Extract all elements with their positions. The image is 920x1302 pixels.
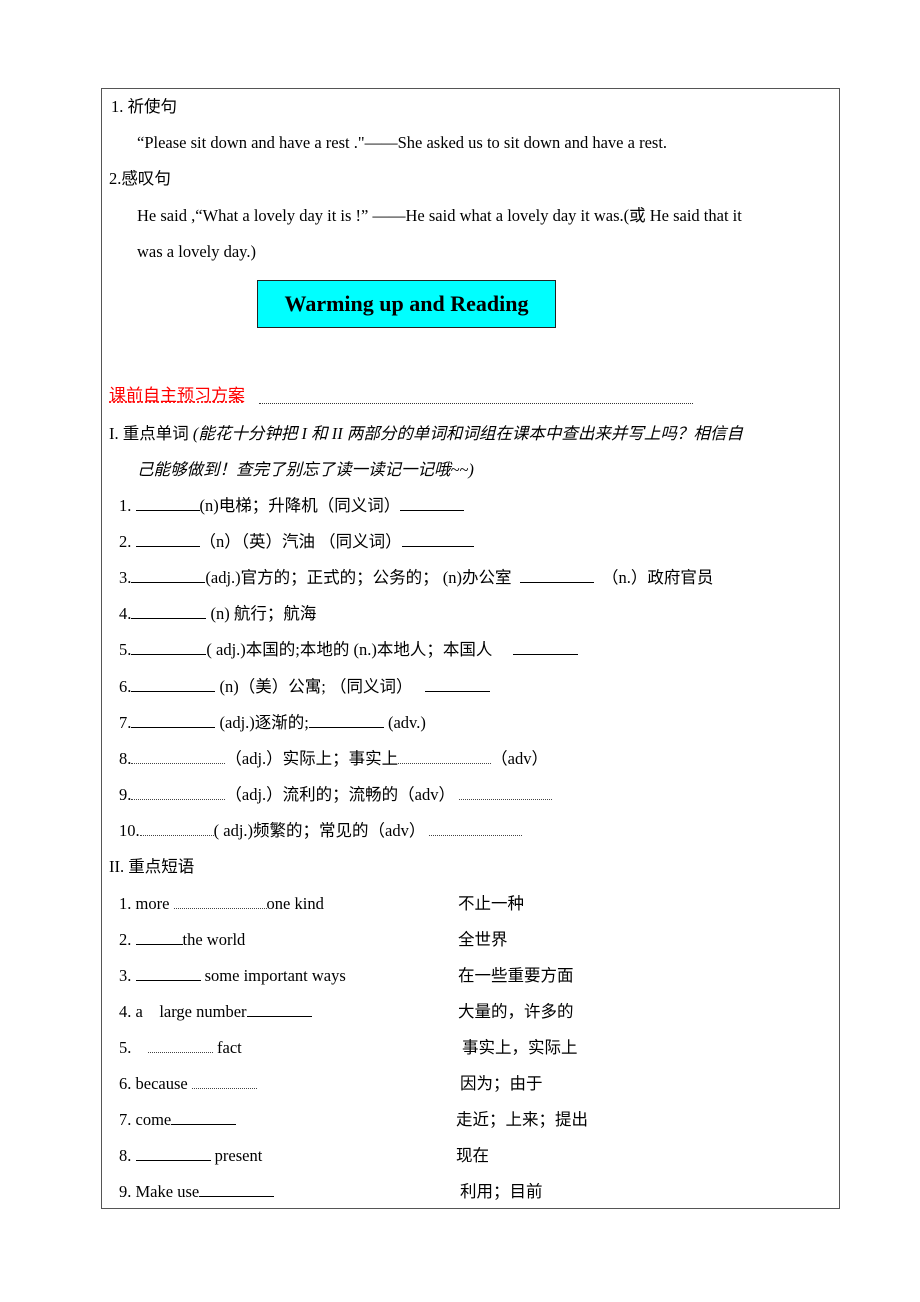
- word-item: 2. （n）（英）汽油 （同义词）: [119, 532, 474, 552]
- preview-heading: 课前自主预习方案: [109, 386, 245, 405]
- word-item: 6. (n)（美）公寓; （同义词）: [119, 677, 490, 697]
- word-item: 5.( adj.)本国的;本地的 (n.)本地人；本国人: [119, 640, 578, 660]
- word-item: 9. （adj.）流利的；流畅的（adv）: [119, 785, 553, 805]
- word-item: 4. (n) 航行；航海: [119, 604, 317, 623]
- blank-field[interactable]: [131, 713, 216, 728]
- word-item: 10.( adj.)频繁的；常见的（adv）: [119, 821, 523, 841]
- section-banner: Warming up and Reading: [257, 280, 556, 328]
- phrase-item: 5. fact: [119, 1038, 242, 1057]
- exclamatory-example-line2: was a lovely day.): [137, 242, 256, 261]
- phrase-item: 8. present: [119, 1146, 263, 1165]
- blank-field[interactable]: [246, 1002, 312, 1017]
- phrase-meaning: 现在: [456, 1146, 489, 1165]
- key-words-note-2: 己能够做到！查完了别忘了读一读记一记哦~~): [137, 460, 474, 479]
- exclamatory-example-line1: He said ,“What a lovely day it is !” ——H…: [137, 206, 742, 225]
- blank-field[interactable]: [135, 532, 200, 547]
- phrase-meaning: 大量的，许多的: [458, 1002, 574, 1021]
- phrase-item: 3. some important ways: [119, 966, 346, 985]
- blank-field[interactable]: [147, 1038, 213, 1053]
- key-words-line1: I. 重点单词 (能花十分钟把 I 和 II 两部分的单词和词组在课本中查出来并…: [109, 424, 743, 444]
- word-item: 3. (adj.)官方的；正式的；公务的； (n)办公室 （n.）政府官员: [119, 568, 714, 587]
- phrase-meaning: 不止一种: [458, 894, 524, 913]
- exclamatory-title: 2.感叹句: [109, 169, 171, 188]
- blank-field[interactable]: [429, 821, 523, 836]
- word-item: 8. （adj.）实际上；事实上 （adv）: [119, 749, 548, 768]
- blank-field[interactable]: [171, 1110, 237, 1125]
- phrase-item: 4. a large number: [119, 1002, 312, 1022]
- phrase-item: 9. Make use: [119, 1182, 275, 1202]
- imperative-example: “Please sit down and have a rest ."——She…: [137, 133, 668, 152]
- blank-field[interactable]: [131, 604, 207, 619]
- blank-field[interactable]: [135, 930, 183, 945]
- blank-field[interactable]: [131, 677, 216, 692]
- phrase-meaning: 走近；上来；提出: [456, 1110, 588, 1129]
- phrase-item: 2. the world: [119, 930, 246, 949]
- blank-field[interactable]: [135, 966, 201, 981]
- word-item: 1. (n)电梯；升降机（同义词）: [119, 496, 465, 516]
- phrase-meaning: 全世界: [458, 930, 508, 949]
- key-phrases-title: II. 重点短语: [109, 857, 195, 876]
- blank-field[interactable]: [512, 640, 578, 655]
- blank-field[interactable]: [139, 821, 214, 836]
- blank-field[interactable]: [400, 496, 465, 511]
- blank-field[interactable]: [401, 532, 474, 547]
- word-item: 7. (adj.)逐渐的; (adv.): [119, 713, 426, 732]
- imperative-title: 1. 祈使句: [111, 97, 177, 116]
- blank-field[interactable]: [131, 785, 226, 800]
- blank-field[interactable]: [191, 1074, 257, 1089]
- phrase-item: 6. because: [119, 1074, 257, 1094]
- blank-field[interactable]: [424, 677, 490, 692]
- blank-field[interactable]: [131, 640, 207, 655]
- blank-field[interactable]: [131, 568, 206, 583]
- phrase-item: 7. come: [119, 1110, 237, 1130]
- blank-field[interactable]: [398, 749, 492, 764]
- phrase-meaning: 因为；由于: [460, 1074, 543, 1093]
- blank-field[interactable]: [173, 894, 267, 909]
- blank-field[interactable]: [459, 785, 553, 800]
- blank-field[interactable]: [199, 1182, 275, 1197]
- key-words-note-1: (能花十分钟把 I 和 II 两部分的单词和词组在课本中查出来并写上吗？相信自: [192, 424, 743, 443]
- phrase-meaning: 利用；目前: [460, 1182, 543, 1201]
- blank-field[interactable]: [135, 496, 200, 511]
- phrase-meaning: 事实上，实际上: [462, 1038, 578, 1057]
- blank-field[interactable]: [131, 749, 226, 764]
- blank-field[interactable]: [135, 1146, 211, 1161]
- key-words-title: I. 重点单词: [109, 424, 189, 443]
- phrase-item: 1. more one kind: [119, 894, 324, 913]
- phrase-meaning: 在一些重要方面: [458, 966, 574, 985]
- blank-field[interactable]: [519, 568, 594, 583]
- blank-field[interactable]: [308, 713, 384, 728]
- heading-dotted-rule: [259, 403, 693, 404]
